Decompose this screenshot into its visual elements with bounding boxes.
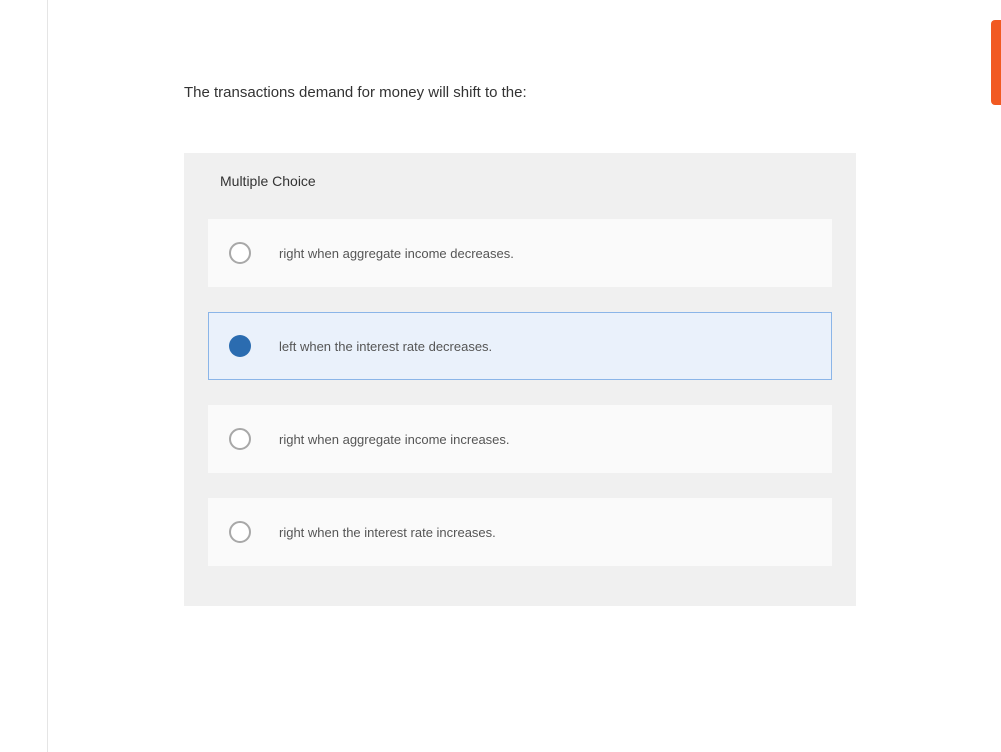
left-border-line [47,0,48,752]
radio-icon [229,242,251,264]
question-content: The transactions demand for money will s… [184,82,856,606]
options-container: right when aggregate income decreases. l… [184,209,856,606]
option-3[interactable]: right when the interest rate increases. [208,498,832,566]
option-label: right when aggregate income increases. [279,432,510,447]
option-label: left when the interest rate decreases. [279,339,492,354]
option-1[interactable]: left when the interest rate decreases. [208,312,832,380]
radio-icon [229,521,251,543]
option-label: right when aggregate income decreases. [279,246,514,261]
option-2[interactable]: right when aggregate income increases. [208,405,832,473]
option-label: right when the interest rate increases. [279,525,496,540]
quiz-type-label: Multiple Choice [184,153,856,209]
option-0[interactable]: right when aggregate income decreases. [208,219,832,287]
radio-icon [229,335,251,357]
quiz-container: Multiple Choice right when aggregate inc… [184,153,856,606]
question-text: The transactions demand for money will s… [184,82,856,103]
side-tab-handle[interactable] [991,20,1001,105]
radio-icon [229,428,251,450]
